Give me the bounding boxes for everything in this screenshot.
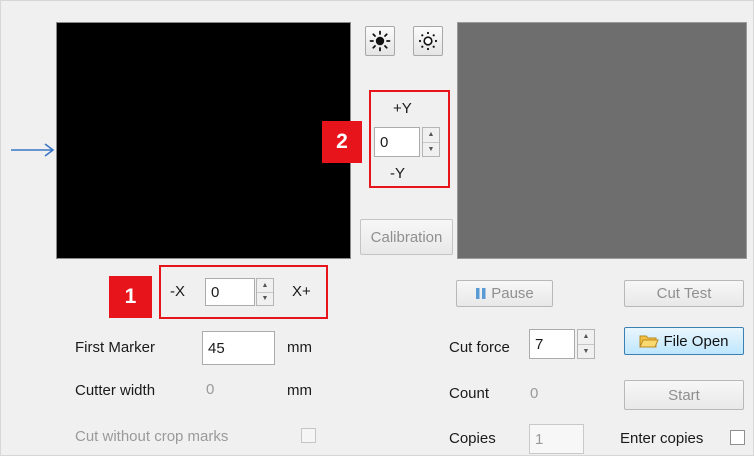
cut-force-label: Cut force <box>449 339 510 356</box>
x-offset-stepper[interactable]: ▲ ▼ <box>256 278 274 306</box>
brightness-down-icon <box>418 31 438 51</box>
minus-x-label: -X <box>170 283 185 300</box>
step-up-icon[interactable]: ▲ <box>578 330 594 344</box>
cut-test-button[interactable]: Cut Test <box>624 280 744 307</box>
calibration-button[interactable]: Calibration <box>360 219 453 255</box>
enter-copies-checkbox[interactable] <box>730 430 745 445</box>
start-button[interactable]: Start <box>624 380 744 410</box>
marker-arrow-icon <box>11 143 55 157</box>
step-up-icon[interactable]: ▲ <box>423 128 439 142</box>
camera-preview <box>56 22 351 259</box>
pause-icon <box>476 288 486 299</box>
first-marker-label: First Marker <box>75 339 155 356</box>
step-down-icon[interactable]: ▼ <box>578 343 594 359</box>
brightness-up-icon <box>369 30 391 52</box>
count-value: 0 <box>530 385 539 402</box>
step-down-icon[interactable]: ▼ <box>257 291 273 306</box>
cutter-width-value: 0 <box>206 381 215 398</box>
cutter-width-unit: mm <box>287 382 312 399</box>
file-open-label: File Open <box>663 332 729 350</box>
cut-preview <box>457 22 747 259</box>
plus-x-label: X+ <box>292 283 311 300</box>
cut-without-crop-marks-label: Cut without crop marks <box>75 428 229 445</box>
cut-force-stepper[interactable]: ▲ ▼ <box>577 329 595 359</box>
first-marker-input[interactable]: 45 <box>202 331 275 365</box>
pause-button[interactable]: Pause <box>456 280 553 307</box>
cut-without-crop-marks-checkbox[interactable] <box>301 428 316 443</box>
step-down-icon[interactable]: ▼ <box>423 141 439 157</box>
file-open-button[interactable]: File Open <box>624 327 744 355</box>
annotation-badge-1: 1 <box>109 276 152 318</box>
brightness-down-button[interactable] <box>413 26 443 56</box>
copies-input[interactable]: 1 <box>529 424 584 454</box>
folder-icon <box>639 335 660 348</box>
brightness-up-button[interactable] <box>365 26 395 56</box>
annotation-badge-2: 2 <box>322 121 362 163</box>
x-offset-input[interactable]: 0 <box>205 278 255 306</box>
y-offset-input[interactable]: 0 <box>374 127 420 157</box>
copies-label: Copies <box>449 430 496 447</box>
cutter-width-label: Cutter width <box>75 382 156 399</box>
minus-y-label: -Y <box>390 165 405 182</box>
cut-force-input[interactable]: 7 <box>529 329 575 359</box>
y-offset-stepper[interactable]: ▲ ▼ <box>422 127 440 157</box>
enter-copies-label: Enter copies <box>620 430 704 447</box>
pause-label: Pause <box>491 285 534 302</box>
count-label: Count <box>449 385 490 402</box>
plus-y-label: +Y <box>393 100 412 117</box>
step-up-icon[interactable]: ▲ <box>257 279 273 292</box>
first-marker-unit: mm <box>287 339 312 356</box>
